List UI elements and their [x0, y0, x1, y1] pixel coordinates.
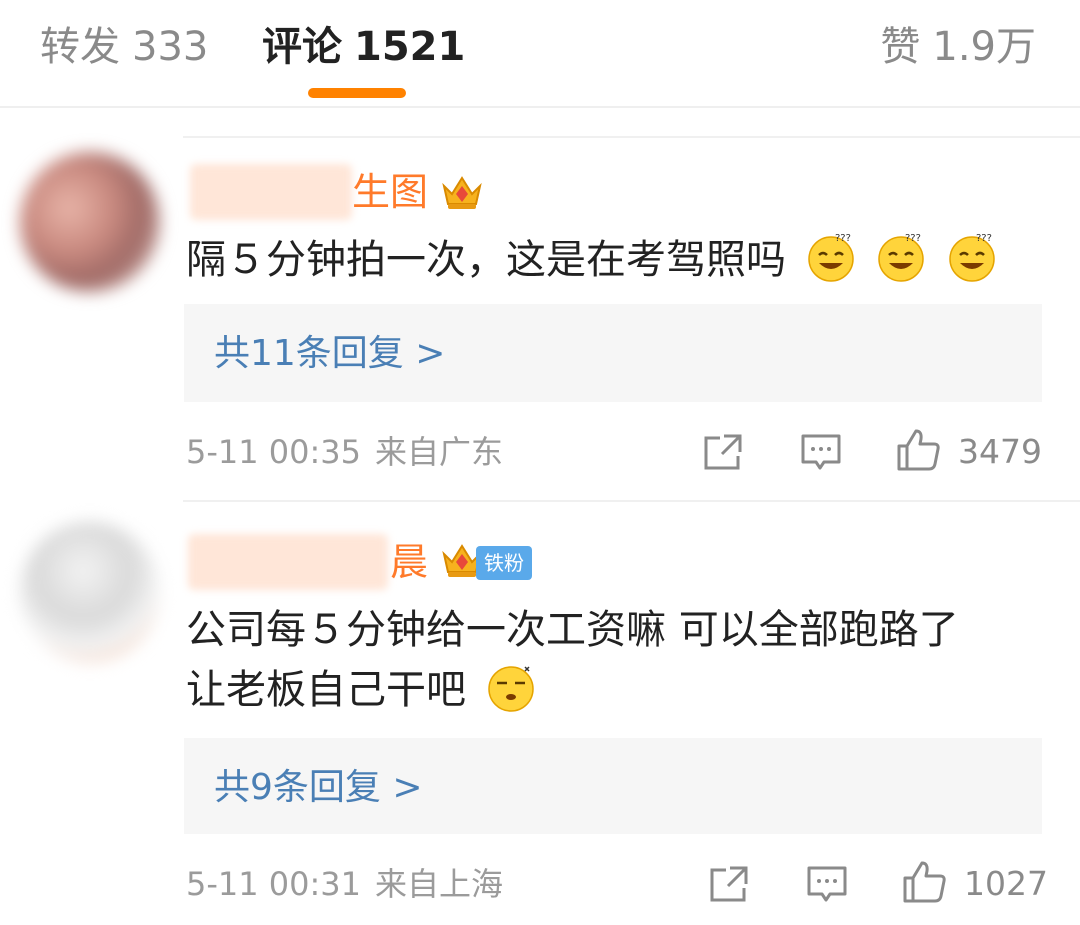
comment-location: 来自上海 — [375, 865, 504, 903]
reply-preview-box[interactable]: 共11条回复 > — [184, 304, 1042, 402]
like-count: 3479 — [958, 432, 1042, 471]
comment-time: 5-11 00:31 — [186, 865, 362, 903]
comment-text-content: 隔５分钟拍一次，这是在考驾照吗 — [186, 237, 786, 283]
tab-comment[interactable]: 评论 1521 — [262, 22, 465, 72]
comment-text-line1: 公司每５分钟给一次工资嘛 可以全部跑路了 — [186, 607, 959, 653]
dizzy-grin-emoji-icon: ??? — [878, 233, 925, 282]
dizzy-grin-emoji-icon: ??? — [807, 233, 854, 282]
comment-location: 来自广东 — [375, 433, 504, 471]
svg-text:???: ??? — [835, 233, 851, 244]
share-icon[interactable] — [708, 864, 750, 904]
avatar[interactable] — [20, 522, 160, 662]
tab-repost-label: 转发 — [40, 24, 120, 70]
comment-meta: 5-11 00:35 来自广东 — [186, 432, 503, 472]
username-suffix[interactable]: 生图 — [352, 164, 428, 220]
comment-icon[interactable] — [800, 432, 842, 472]
comment-divider — [183, 136, 1080, 138]
tab-like-count: 1.9万 — [932, 24, 1036, 70]
view-replies-link[interactable]: 共9条回复 > — [214, 768, 423, 808]
dizzy-grin-emoji-icon: ??? — [949, 233, 995, 282]
tab-comment-label: 评论 — [262, 24, 342, 70]
comment-text-line2: 让老板自己干吧 — [186, 667, 466, 713]
comment-meta: 5-11 00:31 来自上海 — [186, 864, 503, 904]
tab-repost-count: 333 — [132, 24, 209, 70]
username-suffix[interactable]: 晨 — [390, 534, 428, 590]
crown-badge-icon — [442, 176, 482, 209]
comment-text: 让老板自己干吧 — [186, 660, 537, 720]
comment-divider — [183, 500, 1080, 502]
like-icon[interactable] — [902, 860, 948, 904]
fan-badge: 铁粉 — [476, 546, 532, 580]
comment-text: 隔５分钟拍一次，这是在考驾照吗 ??? ??? ??? — [186, 230, 998, 290]
reply-preview-box[interactable]: 共9条回复 > — [184, 738, 1042, 834]
tab-repost[interactable]: 转发 333 — [40, 22, 208, 72]
tab-like-label: 赞 — [880, 24, 921, 70]
comment-text: 公司每５分钟给一次工资嘛 可以全部跑路了 — [186, 600, 959, 660]
share-icon[interactable] — [702, 432, 744, 472]
like-count: 1027 — [964, 864, 1048, 903]
tab-bar: 转发 333 评论 1521 赞 1.9万 — [0, 0, 1080, 108]
svg-text:???: ??? — [905, 233, 921, 244]
sleepy-emoji-icon — [487, 666, 534, 712]
svg-text:???: ??? — [976, 233, 992, 244]
tab-comment-count: 1521 — [354, 24, 466, 70]
username-blurred[interactable] — [190, 164, 352, 220]
view-replies-link[interactable]: 共11条回复 > — [214, 334, 445, 374]
avatar[interactable] — [20, 152, 160, 292]
active-tab-indicator — [308, 88, 406, 98]
tab-like[interactable]: 赞 1.9万 — [880, 22, 1036, 72]
comment-time: 5-11 00:35 — [186, 433, 362, 471]
comment-icon[interactable] — [806, 864, 848, 904]
username-blurred[interactable] — [188, 534, 388, 590]
like-icon[interactable] — [896, 428, 942, 472]
